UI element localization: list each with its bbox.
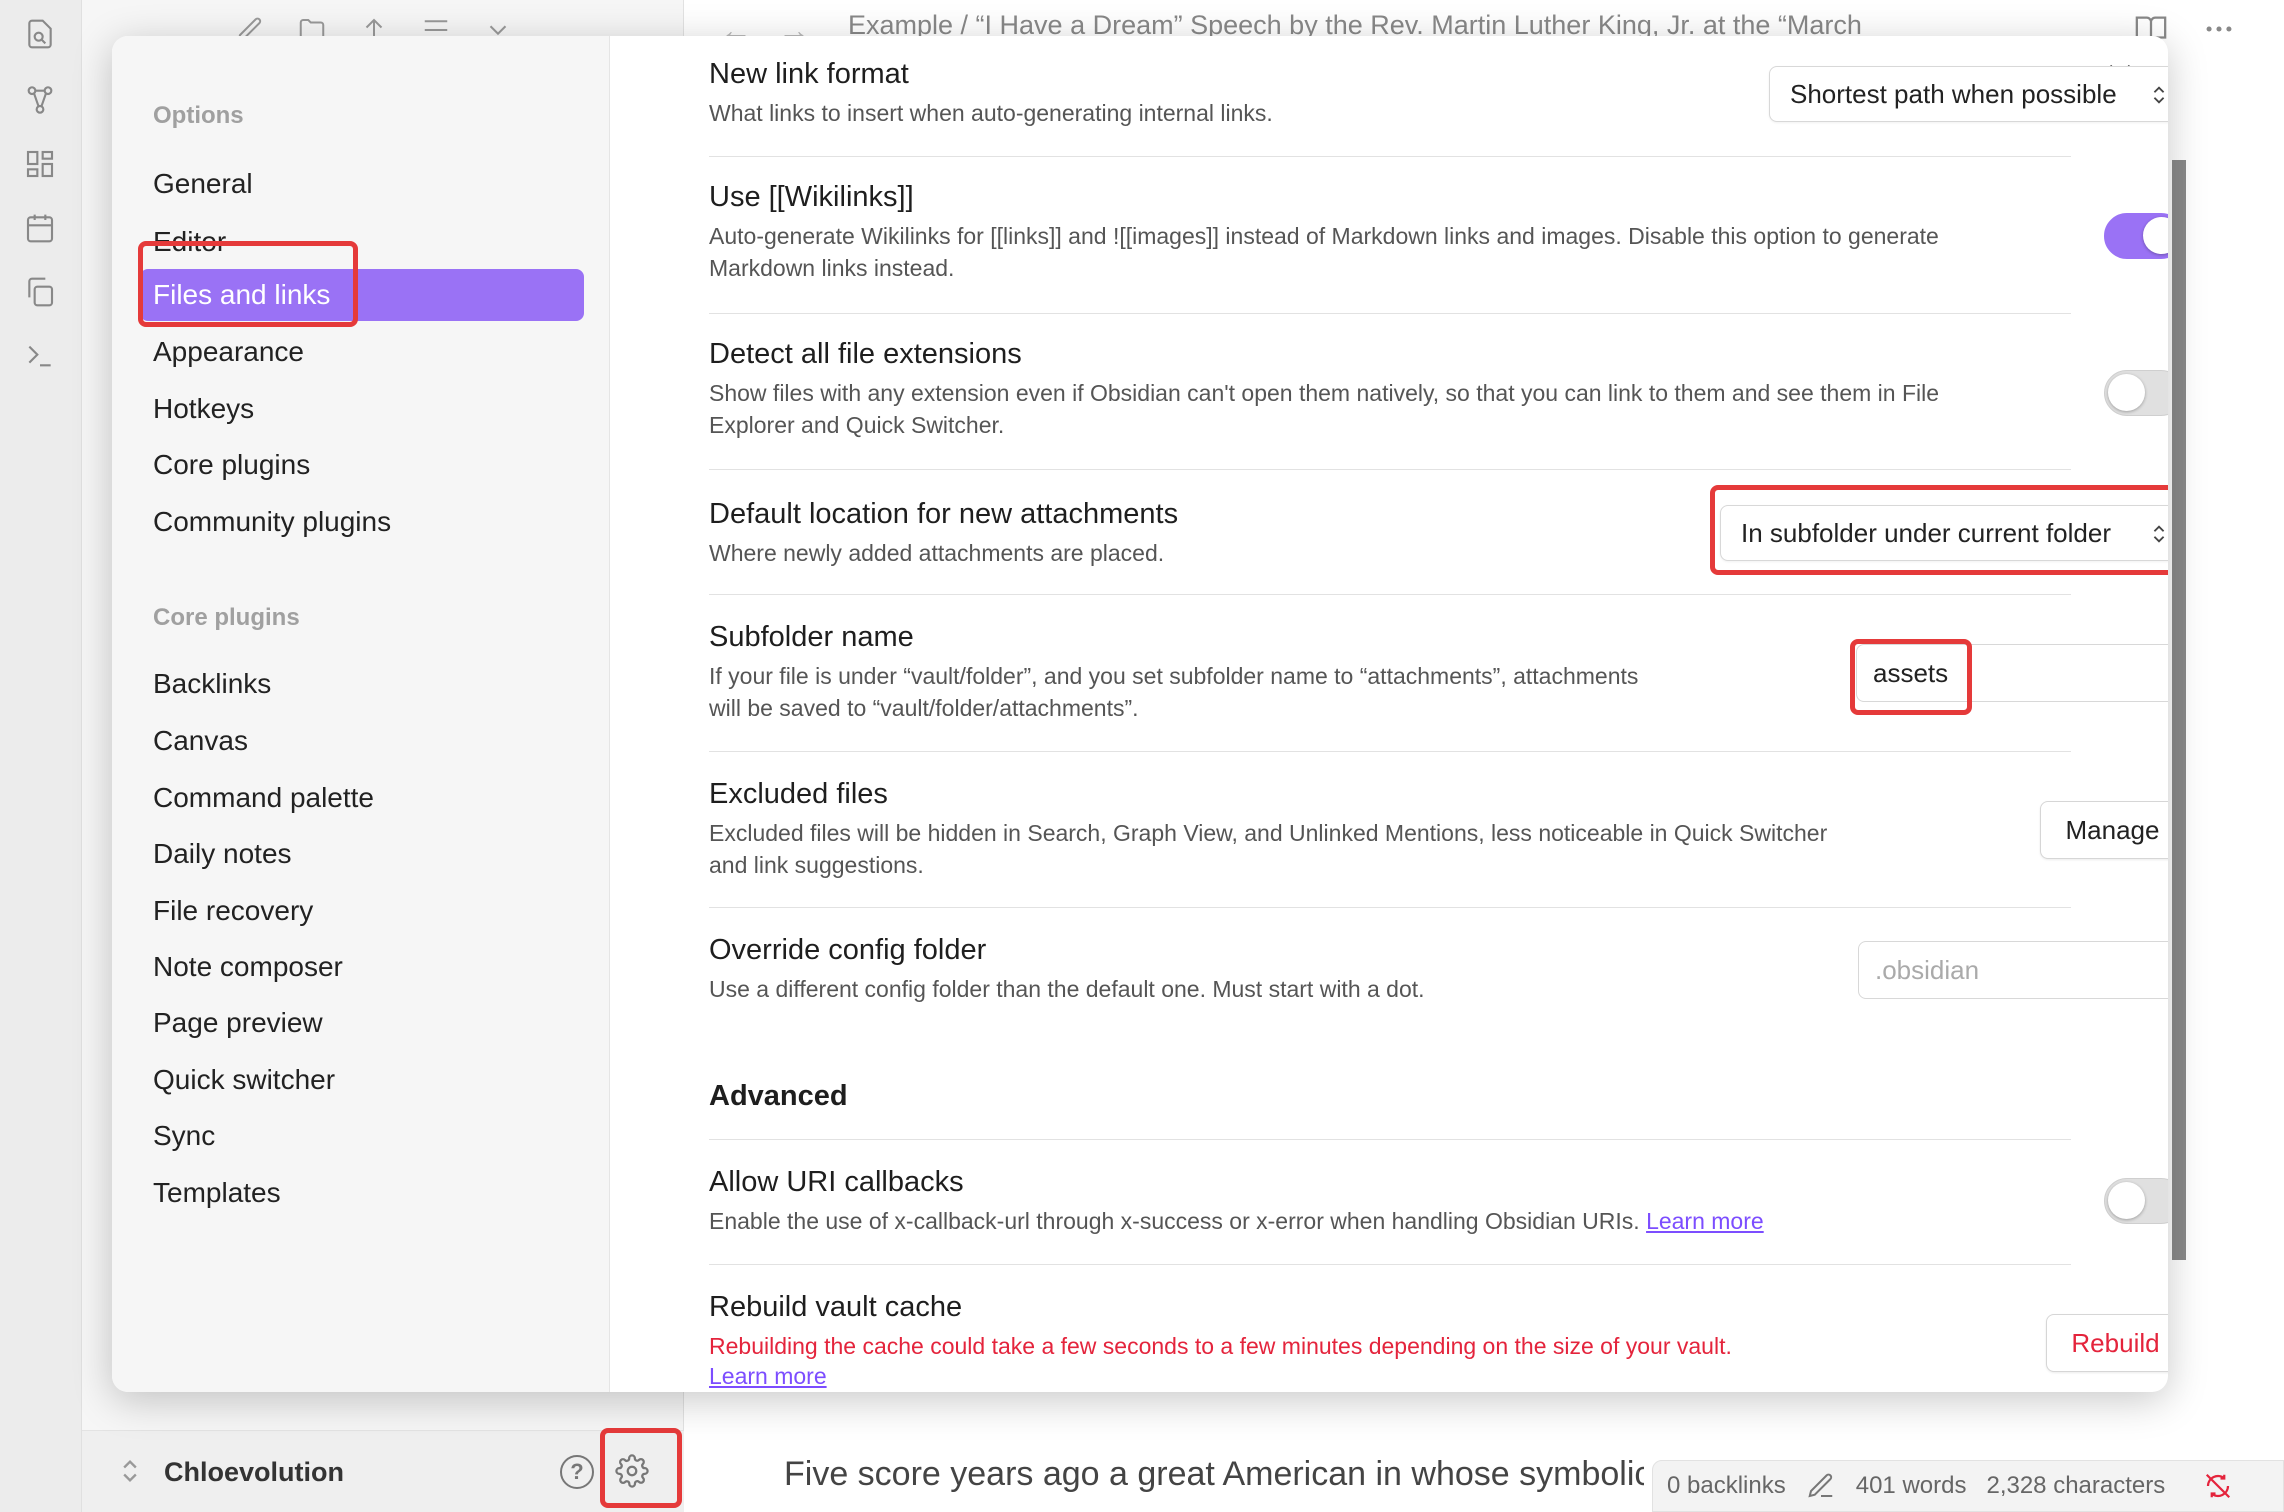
- rebuild-button[interactable]: Rebuild: [2046, 1314, 2168, 1372]
- setting-desc: Show files with any extension even if Ob…: [709, 380, 1940, 438]
- learn-more-link[interactable]: Learn more: [709, 1363, 827, 1389]
- canvas-icon[interactable]: [22, 146, 58, 182]
- terminal-icon[interactable]: [22, 338, 58, 374]
- image-edge: [2172, 160, 2186, 1260]
- dropdown-value: In subfolder under current folder: [1741, 517, 2111, 548]
- config-folder-input[interactable]: .obsidian: [1858, 941, 2168, 999]
- nav-sync[interactable]: Sync: [140, 1110, 584, 1162]
- setting-name: Excluded files: [709, 778, 888, 810]
- chevron-updown-icon: [2153, 86, 2165, 104]
- note-body-text[interactable]: Five score years ago a great American in…: [784, 1455, 1644, 1494]
- word-count: 401 words: [1855, 1472, 1967, 1499]
- help-button[interactable]: ?: [560, 1455, 594, 1489]
- nav-canvas[interactable]: Canvas: [140, 715, 584, 767]
- graph-view-icon[interactable]: [22, 82, 58, 118]
- nav-quick-switcher[interactable]: Quick switcher: [140, 1054, 584, 1106]
- manage-button[interactable]: Manage: [2040, 801, 2168, 859]
- nav-files-and-links[interactable]: Files and links: [140, 269, 584, 321]
- chevron-updown-icon: [2153, 525, 2165, 543]
- settings-gear-button[interactable]: [602, 1441, 662, 1501]
- vault-switcher-icon[interactable]: [116, 1457, 144, 1485]
- setting-name: Allow URI callbacks: [709, 1166, 964, 1198]
- subfolder-name-input[interactable]: assets: [1856, 644, 2168, 702]
- nav-backlinks[interactable]: Backlinks: [140, 658, 584, 710]
- setting-uri-callbacks: Allow URI callbacks Enable the use of x-…: [709, 1139, 2071, 1237]
- status-bar: 0 backlinks 401 words 2,328 characters: [1652, 1460, 2284, 1512]
- nav-note-composer[interactable]: Note composer: [140, 941, 584, 993]
- setting-name: Rebuild vault cache: [709, 1291, 963, 1323]
- nav-command-palette[interactable]: Command palette: [140, 772, 584, 824]
- settings-content: New link format What links to insert whe…: [610, 36, 2168, 1392]
- vault-bar: Chloevolution ?: [82, 1430, 684, 1512]
- character-count: 2,328 characters: [1986, 1472, 2166, 1499]
- nav-community-plugins[interactable]: Community plugins: [140, 496, 584, 548]
- setting-desc: Auto-generate Wikilinks for [[links]] an…: [709, 223, 1939, 281]
- setting-excluded-files: Excluded files Excluded files will be hi…: [709, 751, 2071, 881]
- settings-sidebar: Options General Editor Files and links A…: [112, 36, 610, 1392]
- detect-extensions-toggle[interactable]: [2104, 370, 2168, 416]
- setting-wikilinks: Use [[Wikilinks]] Auto-generate Wikilink…: [709, 156, 2071, 284]
- advanced-heading: Advanced: [709, 1080, 848, 1112]
- calendar-icon[interactable]: [22, 210, 58, 246]
- pencil-icon[interactable]: [1806, 1471, 1836, 1501]
- core-plugins-heading: Core plugins: [153, 604, 300, 631]
- gear-icon: [615, 1454, 649, 1488]
- input-placeholder: .obsidian: [1875, 954, 1980, 985]
- settings-modal: Options General Editor Files and links A…: [112, 36, 2168, 1392]
- nav-daily-notes[interactable]: Daily notes: [140, 828, 584, 880]
- nav-file-recovery[interactable]: File recovery: [140, 885, 584, 937]
- setting-desc: Excluded files will be hidden in Search,…: [709, 820, 1828, 878]
- backlinks-count[interactable]: 0 backlinks: [1667, 1472, 1786, 1500]
- setting-rebuild-cache: Rebuild vault cache Rebuilding the cache…: [709, 1264, 2071, 1392]
- dropdown-value: Shortest path when possible: [1790, 78, 2117, 109]
- nav-core-plugins[interactable]: Core plugins: [140, 439, 584, 491]
- left-ribbon: [0, 0, 82, 1512]
- nav-hotkeys[interactable]: Hotkeys: [140, 383, 584, 435]
- uri-callbacks-toggle[interactable]: [2104, 1178, 2168, 1224]
- options-heading: Options: [153, 102, 244, 129]
- desc-text: Enable the use of x-callback-url through…: [709, 1208, 1640, 1234]
- setting-desc: If your file is under “vault/folder”, an…: [709, 663, 1639, 721]
- nav-appearance[interactable]: Appearance: [140, 326, 584, 378]
- nav-editor[interactable]: Editor: [140, 216, 584, 268]
- learn-more-link[interactable]: Learn more: [1646, 1208, 1764, 1234]
- wikilinks-toggle[interactable]: [2104, 213, 2168, 259]
- setting-detect-extensions: Detect all file extensions Show files wi…: [709, 313, 2071, 441]
- file-search-icon[interactable]: [22, 16, 58, 52]
- attachment-location-dropdown[interactable]: In subfolder under current folder: [1720, 505, 2168, 561]
- nav-page-preview[interactable]: Page preview: [140, 997, 584, 1049]
- vault-name[interactable]: Chloevolution: [164, 1457, 344, 1488]
- nav-general[interactable]: General: [140, 158, 584, 210]
- setting-desc: Rebuilding the cache could take a few se…: [709, 1333, 1732, 1359]
- nav-templates[interactable]: Templates: [140, 1167, 584, 1219]
- input-value: assets: [1873, 657, 1949, 688]
- copy-icon[interactable]: [22, 274, 58, 310]
- setting-name: Use [[Wikilinks]]: [709, 181, 914, 213]
- more-options-icon[interactable]: [2202, 12, 2236, 51]
- setting-desc: Enable the use of x-callback-url through…: [709, 1205, 2071, 1237]
- sync-off-icon[interactable]: [2203, 1471, 2233, 1501]
- new-link-format-dropdown[interactable]: Shortest path when possible: [1769, 66, 2168, 122]
- setting-name: Detect all file extensions: [709, 338, 1022, 370]
